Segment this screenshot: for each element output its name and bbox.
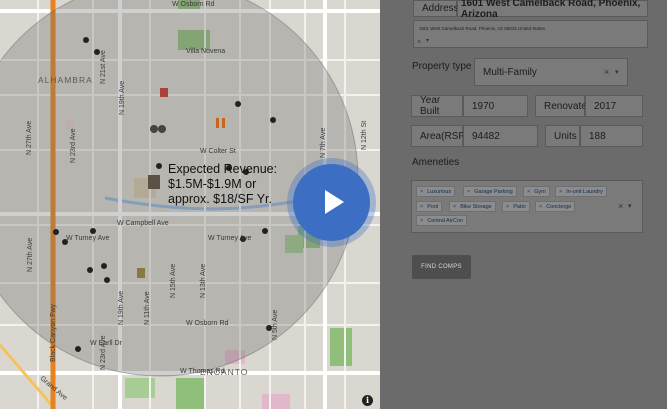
remove-chip-icon[interactable]: × [420,189,423,195]
street-label-n-17th: N 11th Ave [144,291,151,325]
amenity-chip[interactable]: × Central AirCon [416,215,467,226]
revenue-line-1: Expected Revenue: [168,162,278,176]
play-video-button[interactable] [293,164,370,241]
remove-chip-icon[interactable]: × [559,189,562,195]
area-input[interactable]: 94482 [463,125,538,147]
street-label-villa-novena: Villa Novena [186,48,226,55]
address-dropdown-icon[interactable]: ▾ [426,37,429,44]
street-label-n-19th: N 19th Ave [119,80,126,115]
year-built-label: Year Built [411,95,463,117]
amenity-chip[interactable]: × Bike Storage [449,201,496,212]
remove-chip-icon[interactable]: × [467,189,470,195]
amenities-label: Ameneties [412,157,460,168]
remove-chip-icon[interactable]: × [527,189,530,195]
street-label-w-osborn: W Osborn Rd [172,1,215,8]
remove-chip-icon[interactable]: × [420,204,423,210]
address-input[interactable]: 1601 West Camelback Road, Phoenix, Arizo… [457,0,648,20]
property-type-value: Multi-Family [483,66,537,78]
address-suggestion-box[interactable]: 1601 West Camelback Road, Phoenix, AZ 85… [413,20,648,48]
street-label-w-campbell: W Campbell Ave [117,220,169,227]
clear-property-type-icon[interactable]: × [604,67,609,77]
amenity-chip[interactable]: × Gym [523,186,550,197]
renovated-label: Renovated [535,95,592,117]
amenity-chip[interactable]: × Concierge [535,201,576,212]
address-suggestion-text: 1601 West Camelback Road, Phoenix, AZ 85… [419,26,545,31]
street-label-n-7th: N 7th Ave [320,127,327,158]
street-label-w-osborn-2: W Osborn Rd [186,320,229,327]
revenue-line-2: $1.5M-$1.9M or [168,177,257,191]
remove-chip-icon[interactable]: × [506,204,509,210]
street-label-n-27th-b: N 27th Ave [27,237,34,272]
property-type-dropdown-icon[interactable]: ▾ [615,68,619,76]
street-label-black-canyon: Black Canyon Fwy [50,304,57,362]
area-label: Area(RSF) [411,125,468,147]
renovated-input[interactable]: 2017 [585,95,643,117]
street-label-w-colter: W Colter St [200,148,236,155]
street-label-n-15th: N 15th Ave [170,263,177,298]
amenity-chip[interactable]: × Pool [416,201,443,212]
street-label-n-19th-b: N 19th Ave [118,290,125,325]
remove-chip-icon[interactable]: × [539,204,542,210]
amenity-chip[interactable]: × Luxurious [416,186,456,197]
remove-chip-icon[interactable]: × [420,218,423,224]
map-info-icon[interactable]: i [362,395,373,406]
expected-revenue-overlay: Expected Revenue: $1.5M-$1.9M or approx.… [168,162,277,207]
amenity-chip[interactable]: × In-unit Laundry [555,186,607,197]
street-label-n-13th: N 13th Ave [200,263,207,298]
clear-amenities-icon[interactable]: × [618,201,623,211]
street-label-n-21st: N 21st Ave [100,50,107,84]
street-label-n-23rd: N 23rd Ave [70,128,77,163]
street-label-n-12th-st: N 12th St [361,120,368,150]
address-label: Address [413,0,459,17]
street-label-w-earll: W Earll Dr [90,340,122,347]
amenities-dropdown-icon[interactable]: ▾ [628,202,632,210]
street-label-w-thomas: W Thomas Rd [180,368,225,375]
street-label-w-turney-2: W Turney Ave [208,235,252,242]
amenity-chip[interactable]: × Garage Parking [463,186,517,197]
units-input[interactable]: 188 [580,125,643,147]
remove-chip-icon[interactable]: × [453,204,456,210]
street-label-w-turney: W Turney Ave [66,235,110,242]
amenity-chip[interactable]: × Patio [502,201,530,212]
units-label: Units [545,125,580,147]
clear-address-icon[interactable]: × [417,39,421,46]
area-label-alhambra: ALHAMBRA [38,75,93,85]
map-panel[interactable]: W Osborn Rd Villa Novena ALHAMBRA ENCANT… [0,0,380,409]
street-label-n-27th: N 27th Ave [26,120,33,155]
property-type-label: Property type [412,61,472,72]
revenue-line-3: approx. $18/SF Yr. [168,192,272,206]
street-label-n-5th: N 5th Ave [272,309,279,340]
year-built-input[interactable]: 1970 [463,95,528,117]
find-comps-button[interactable]: FIND COMPS [412,255,471,279]
